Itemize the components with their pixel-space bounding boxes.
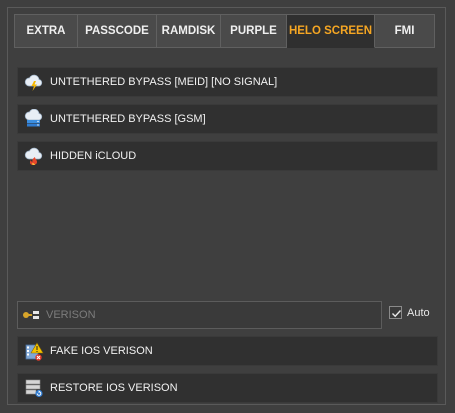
auto-checkbox[interactable]: Auto xyxy=(389,306,430,319)
tab-passcode[interactable]: PASSCODE xyxy=(78,14,157,48)
hidden-icloud-label: HIDDEN iCLOUD xyxy=(50,150,137,162)
tab-purple[interactable]: PURPLE xyxy=(221,14,287,48)
tab-extra[interactable]: EXTRA xyxy=(14,14,78,48)
cloud-fire-icon xyxy=(24,146,44,166)
meid-bypass-label: UNTETHERED BYPASS [MEID] [NO SIGNAL] xyxy=(50,76,278,88)
checkbox-checked-icon[interactable] xyxy=(389,306,402,319)
cloud-lightning-icon xyxy=(24,72,44,92)
meid-bypass-button[interactable]: UNTETHERED BYPASS [MEID] [NO SIGNAL] xyxy=(17,67,438,97)
restore-ios-version-button[interactable]: RESTORE IOS VERISON xyxy=(17,373,438,403)
hidden-icloud-button[interactable]: HIDDEN iCLOUD xyxy=(17,141,438,171)
restore-ios-version-label: RESTORE IOS VERISON xyxy=(50,382,178,394)
tab-bar: EXTRA PASSCODE RAMDISK PURPLE HELO SCREE… xyxy=(14,14,435,48)
version-field[interactable] xyxy=(17,301,382,329)
fake-ios-version-button[interactable]: FAKE IOS VERISON xyxy=(17,336,438,366)
tab-ramdisk[interactable]: RAMDISK xyxy=(157,14,221,48)
film-warning-icon xyxy=(24,341,44,361)
version-input[interactable] xyxy=(44,308,368,322)
gsm-bypass-button[interactable]: UNTETHERED BYPASS [GSM] xyxy=(17,104,438,134)
key-icon xyxy=(22,308,40,322)
tab-helo-screen[interactable]: HELO SCREEN xyxy=(287,14,375,48)
fake-ios-version-label: FAKE IOS VERISON xyxy=(50,345,153,357)
server-restore-icon xyxy=(24,378,44,398)
auto-label: Auto xyxy=(407,306,430,319)
gsm-bypass-label: UNTETHERED BYPASS [GSM] xyxy=(50,113,206,125)
tab-fmi[interactable]: FMI xyxy=(375,14,435,48)
cloud-server-icon xyxy=(24,108,44,129)
